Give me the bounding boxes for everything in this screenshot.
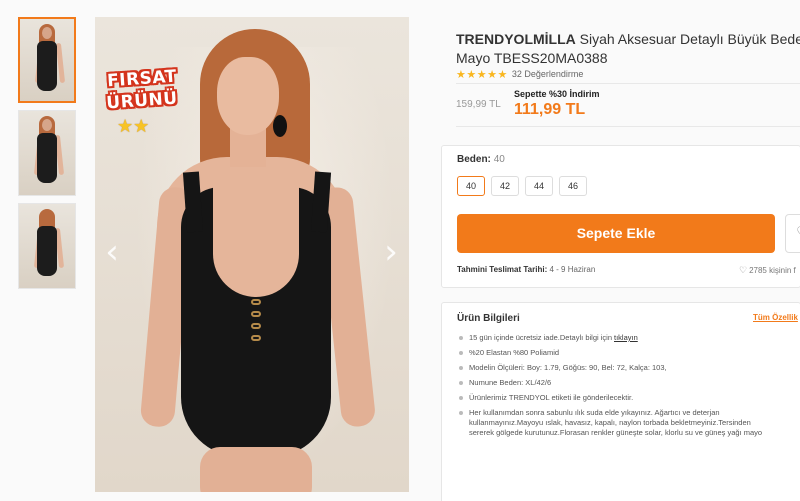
delivery-estimate: Tahmini Teslimat Tarihi: 4 - 9 Haziran: [457, 265, 595, 274]
favorite-count-text: 2785 kişinin f: [749, 266, 796, 275]
size-selected-value: 40: [493, 154, 505, 165]
thumbnail-side[interactable]: [18, 110, 76, 196]
model-swimsuit: [37, 226, 57, 276]
discount-label: Sepette %30 İndirim: [514, 89, 600, 99]
rating-summary[interactable]: ★★★★★ 32 Değerlendirme: [456, 67, 583, 81]
thumbnail-back[interactable]: [18, 203, 76, 289]
product-info-list: 15 gün içinde ücretsiz iade.Detaylı bilg…: [457, 333, 800, 443]
return-info-link[interactable]: tıklayın: [614, 333, 638, 342]
delivery-label: Tahmini Teslimat Tarihi:: [457, 265, 548, 274]
favorite-count: ♡ 2785 kişinin f: [739, 265, 796, 276]
model-legs: [200, 447, 312, 492]
main-product-image[interactable]: FIRSAT ÜRÜNÜ ★★: [95, 17, 409, 492]
size-label: Beden: 40: [457, 154, 505, 165]
badge-stars-icon: ★★: [117, 116, 150, 136]
chevron-left-icon[interactable]: ‹: [104, 232, 120, 272]
purchase-card: Beden: 40 40 42 44 46 Sepete Ekle ♡ Tahm…: [441, 145, 800, 288]
earring: [273, 115, 287, 137]
product-page: FIRSAT ÜRÜNÜ ★★ ‹ › TRENDYOLMİLLA Siyah …: [0, 0, 800, 501]
price-box: 159,99 TL Sepette %30 İndirim 111,99 TL: [456, 83, 800, 127]
title-line-2: Mayo TBESS20MA0388: [456, 50, 608, 66]
product-info-title: Ürün Bilgileri: [457, 313, 520, 324]
model-swimsuit: [37, 41, 57, 91]
heart-icon: ♡: [739, 265, 748, 275]
model-head: [42, 27, 52, 39]
model-arm: [55, 42, 66, 84]
add-to-cart-button[interactable]: Sepete Ekle: [457, 214, 775, 253]
chevron-right-icon[interactable]: ›: [383, 232, 399, 272]
size-option-40[interactable]: 40: [457, 176, 485, 196]
info-item-material: %20 Elastan %80 Poliamid: [457, 348, 800, 358]
model-swimsuit: [37, 133, 57, 183]
size-option-44[interactable]: 44: [525, 176, 553, 196]
info-item-label: Ürünlerimiz TRENDYOL etiketi ile gönderi…: [457, 393, 800, 403]
old-price: 159,99 TL: [456, 99, 501, 110]
badge-line-2: ÜRÜNÜ: [105, 88, 179, 114]
brand-name[interactable]: TRENDYOLMİLLA: [456, 31, 576, 47]
new-price: 111,99 TL: [514, 101, 586, 118]
rating-stars-icon: ★★★★★: [456, 68, 508, 81]
product-info-card: Ürün Bilgileri Tüm Özellik 15 gün içinde…: [441, 302, 800, 501]
opportunity-badge: FIRSAT ÜRÜNÜ ★★: [101, 61, 183, 143]
size-label-text: Beden:: [457, 154, 491, 165]
favorite-heart-icon[interactable]: ♡: [785, 214, 800, 253]
model-head: [42, 119, 52, 131]
size-options: 40 42 44 46: [457, 176, 593, 196]
delivery-date: 4 - 9 Haziran: [549, 265, 596, 274]
product-title: TRENDYOLMİLLA Siyah Aksesuar Detaylı Büy…: [456, 30, 800, 68]
info-item-model-size: Modelin Ölçüleri: Boy: 1.79, Göğüs: 90, …: [457, 363, 800, 373]
info-item-sample-size: Numune Beden: XL/42/6: [457, 378, 800, 388]
size-option-42[interactable]: 42: [491, 176, 519, 196]
model-face: [217, 57, 279, 135]
all-features-link[interactable]: Tüm Özellik: [753, 313, 798, 322]
thumbnail-list: [18, 17, 77, 296]
swimsuit-neckline: [213, 177, 299, 297]
size-option-46[interactable]: 46: [559, 176, 587, 196]
title-line-1: Siyah Aksesuar Detaylı Büyük Beden: [579, 31, 800, 47]
rating-count[interactable]: 32 Değerlendirme: [512, 69, 584, 79]
thumbnail-front[interactable]: [18, 17, 76, 103]
info-item-care: Her kullanımdan sonra sabunlu ılık suda …: [457, 408, 800, 438]
model-head: [42, 212, 52, 224]
swimsuit-ring-accessory: [251, 299, 261, 359]
info-item-return: 15 gün içinde ücretsiz iade.Detaylı bilg…: [457, 333, 800, 343]
